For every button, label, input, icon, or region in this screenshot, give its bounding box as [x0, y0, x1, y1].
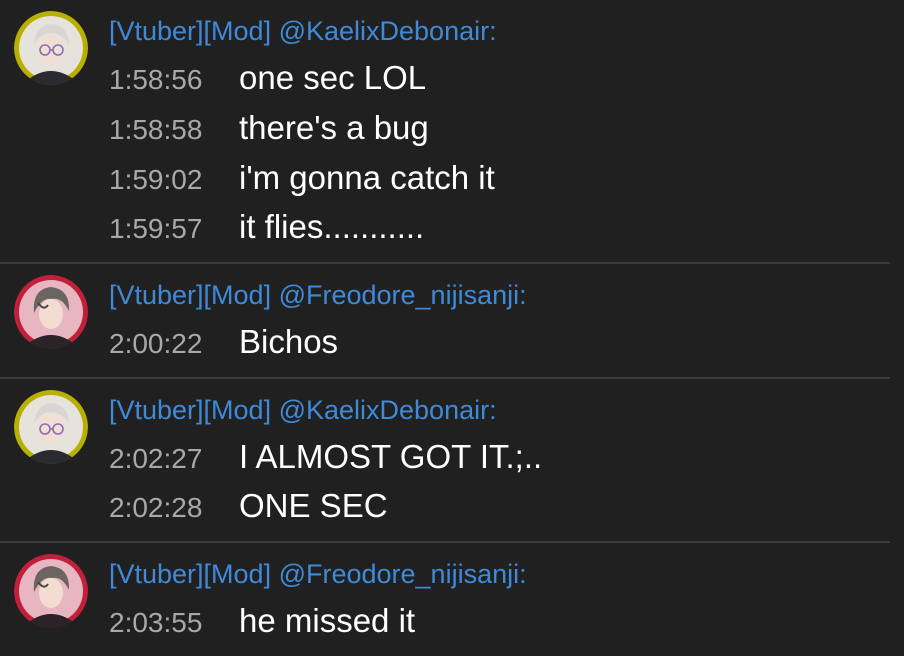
message-text: ONE SEC [239, 487, 388, 524]
chat-message: 2:02:28 ONE SEC [109, 486, 388, 526]
timestamp: 2:02:28 [109, 492, 203, 523]
message-text: one sec LOL [239, 59, 427, 96]
chat-message: 1:59:02 i'm gonna catch it [109, 158, 495, 198]
message-text: there's a bug [239, 109, 429, 146]
author-name[interactable]: [Vtuber][Mod] @Freodore_nijisanji: [109, 558, 527, 590]
chat-message: 2:03:55 he missed it [109, 601, 415, 641]
timestamp: 1:59:02 [109, 164, 203, 195]
chat-message: 1:59:57 it flies........... [109, 207, 424, 247]
message-text: I ALMOST GOT IT.;.. [239, 438, 543, 475]
message-group: [Vtuber][Mod] @KaelixDebonair: 2:02:27 I … [0, 379, 890, 541]
timestamp: 2:00:22 [109, 328, 203, 359]
timestamp: 1:58:56 [109, 64, 203, 95]
timestamp: 2:02:27 [109, 443, 203, 474]
message-text: it flies........... [239, 208, 425, 245]
message-group: [Vtuber][Mod] @Freodore_nijisanji: 2:03:… [0, 543, 890, 656]
chat-message: 2:00:22 Bichos [109, 322, 338, 362]
author-name[interactable]: [Vtuber][Mod] @KaelixDebonair: [109, 15, 497, 47]
message-text: Bichos [239, 323, 339, 360]
chat-message: 1:58:58 there's a bug [109, 108, 429, 148]
kaelix-avatar-icon[interactable] [14, 11, 88, 85]
chat-log: [Vtuber][Mod] @KaelixDebonair: 1:58:56 on… [0, 0, 904, 656]
timestamp: 1:58:58 [109, 114, 203, 145]
freodore-avatar-icon[interactable] [14, 275, 88, 349]
message-group: [Vtuber][Mod] @KaelixDebonair: 1:58:56 on… [0, 0, 890, 262]
timestamp: 1:59:57 [109, 213, 203, 244]
chat-message: 2:02:27 I ALMOST GOT IT.;.. [109, 437, 542, 477]
message-text: he missed it [239, 602, 416, 639]
message-text: i'm gonna catch it [239, 159, 495, 196]
author-name[interactable]: [Vtuber][Mod] @Freodore_nijisanji: [109, 279, 527, 311]
chat-message: 1:58:56 one sec LOL [109, 58, 426, 98]
author-name[interactable]: [Vtuber][Mod] @KaelixDebonair: [109, 394, 497, 426]
freodore-avatar-icon[interactable] [14, 554, 88, 628]
kaelix-avatar-icon[interactable] [14, 390, 88, 464]
message-group: [Vtuber][Mod] @Freodore_nijisanji: 2:00:… [0, 264, 890, 377]
timestamp: 2:03:55 [109, 607, 203, 638]
